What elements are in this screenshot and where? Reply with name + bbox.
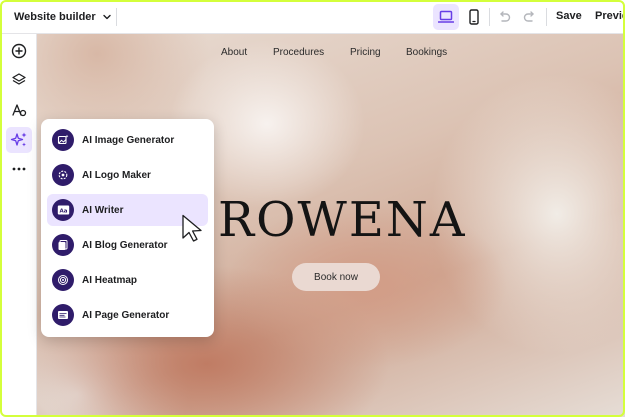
layers-icon bbox=[12, 73, 26, 85]
layers-button[interactable] bbox=[6, 67, 32, 93]
chevron-down-icon bbox=[103, 14, 111, 19]
ai-tools-button[interactable] bbox=[6, 127, 32, 153]
menu-item-label: AI Blog Generator bbox=[82, 239, 168, 251]
left-sidebar bbox=[0, 34, 37, 417]
menu-item-ai-page-generator[interactable]: AI Page Generator bbox=[47, 299, 208, 331]
divider bbox=[116, 8, 117, 26]
menu-item-label: AI Heatmap bbox=[82, 274, 138, 286]
nav-link-bookings[interactable]: Bookings bbox=[406, 47, 447, 58]
image-generator-icon bbox=[52, 129, 74, 151]
undo-icon[interactable] bbox=[496, 9, 512, 25]
mobile-icon bbox=[469, 9, 479, 25]
top-bar: Website builder Save Preview bbox=[0, 0, 625, 34]
blog-generator-icon bbox=[52, 234, 74, 256]
page-generator-icon bbox=[52, 304, 74, 326]
styles-icon bbox=[12, 104, 27, 117]
more-icon bbox=[12, 167, 26, 171]
svg-text:Aa: Aa bbox=[59, 209, 67, 215]
save-button[interactable]: Save bbox=[556, 10, 582, 22]
styles-button[interactable] bbox=[6, 97, 32, 123]
add-element-button[interactable] bbox=[6, 38, 32, 64]
redo-icon[interactable] bbox=[522, 9, 538, 25]
menu-item-ai-logo-maker[interactable]: AI Logo Maker bbox=[47, 159, 208, 191]
book-now-button[interactable]: Book now bbox=[292, 263, 380, 291]
desktop-icon bbox=[438, 10, 454, 23]
preview-button[interactable]: Preview bbox=[595, 10, 625, 22]
sparkles-icon bbox=[10, 132, 27, 147]
more-button[interactable] bbox=[6, 156, 32, 182]
heatmap-icon bbox=[52, 269, 74, 291]
desktop-view-button[interactable] bbox=[433, 4, 459, 30]
app-title-dropdown[interactable]: Website builder bbox=[14, 11, 112, 23]
menu-item-label: AI Image Generator bbox=[82, 134, 175, 146]
divider bbox=[546, 8, 547, 26]
menu-item-ai-heatmap[interactable]: AI Heatmap bbox=[47, 264, 208, 296]
nav-link-pricing[interactable]: Pricing bbox=[350, 47, 381, 58]
divider bbox=[489, 8, 490, 26]
hero-title[interactable]: ROWENA bbox=[218, 192, 467, 248]
menu-item-label: AI Logo Maker bbox=[82, 169, 151, 181]
mouse-cursor-icon bbox=[182, 214, 202, 242]
nav-link-about[interactable]: About bbox=[221, 47, 247, 58]
add-icon bbox=[11, 43, 27, 59]
menu-item-ai-image-generator[interactable]: AI Image Generator bbox=[47, 124, 208, 156]
app-title: Website builder bbox=[14, 10, 96, 23]
menu-item-label: AI Writer bbox=[82, 204, 124, 216]
nav-link-procedures[interactable]: Procedures bbox=[273, 47, 324, 58]
mobile-view-button[interactable] bbox=[461, 4, 487, 30]
logo-maker-icon bbox=[52, 164, 74, 186]
writer-icon: Aa bbox=[52, 199, 74, 221]
menu-item-label: AI Page Generator bbox=[82, 309, 170, 321]
